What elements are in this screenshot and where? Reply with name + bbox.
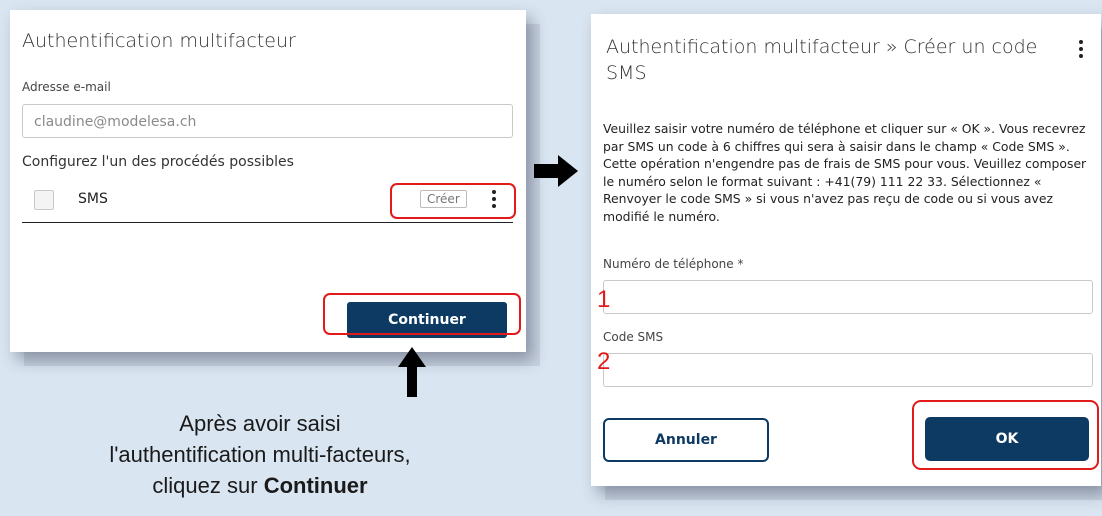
more-options-icon[interactable] — [1078, 40, 1084, 61]
mfa-sms-dialog-right: Authentification multifacteur » Créer un… — [591, 14, 1101, 486]
mfa-dialog-left: Authentification multifacteur Adresse e-… — [10, 10, 526, 352]
instructions-text: Veuillez saisir votre numéro de téléphon… — [603, 121, 1087, 224]
dialog-title: Authentification multifacteur » Créer un… — [606, 34, 1037, 86]
instruction-caption: Après avoir saisi l'authentification mul… — [60, 408, 460, 501]
caption-line-3: cliquez sur Continuer — [60, 470, 460, 501]
dialog-title-line-2: SMS — [606, 62, 647, 84]
dialog-title: Authentification multifacteur — [22, 30, 296, 52]
dialog-title-line-1: Authentification multifacteur » Créer un… — [606, 36, 1038, 58]
caption-continue-emphasis: Continuer — [263, 473, 368, 498]
step-marker-2: 2 — [597, 348, 611, 375]
arrow-right-icon — [534, 155, 578, 187]
highlight-ok-box — [912, 400, 1099, 470]
sms-code-label: Code SMS — [603, 330, 664, 344]
email-value: claudine@modelesa.ch — [34, 114, 197, 130]
phone-label: Numéro de téléphone * — [603, 257, 744, 271]
highlight-continue-box — [323, 293, 521, 335]
phone-input[interactable] — [603, 280, 1093, 314]
methods-heading: Configurez l'un des procédés possibles — [22, 154, 294, 170]
cancel-button[interactable]: Annuler — [603, 418, 769, 462]
email-label: Adresse e-mail — [22, 80, 111, 94]
highlight-create-box — [390, 183, 516, 219]
arrow-up-icon — [398, 347, 426, 397]
caption-line-3-prefix: cliquez sur — [152, 473, 258, 498]
caption-line-1: Après avoir saisi — [179, 411, 341, 436]
sms-code-input[interactable] — [603, 353, 1093, 387]
caption-line-2: l'authentification multi-facteurs, — [109, 442, 411, 467]
sms-checkbox[interactable] — [34, 190, 54, 210]
sms-method-label: SMS — [78, 191, 108, 207]
method-divider — [22, 222, 513, 223]
step-marker-1: 1 — [597, 286, 611, 313]
email-field[interactable]: claudine@modelesa.ch — [22, 104, 513, 138]
